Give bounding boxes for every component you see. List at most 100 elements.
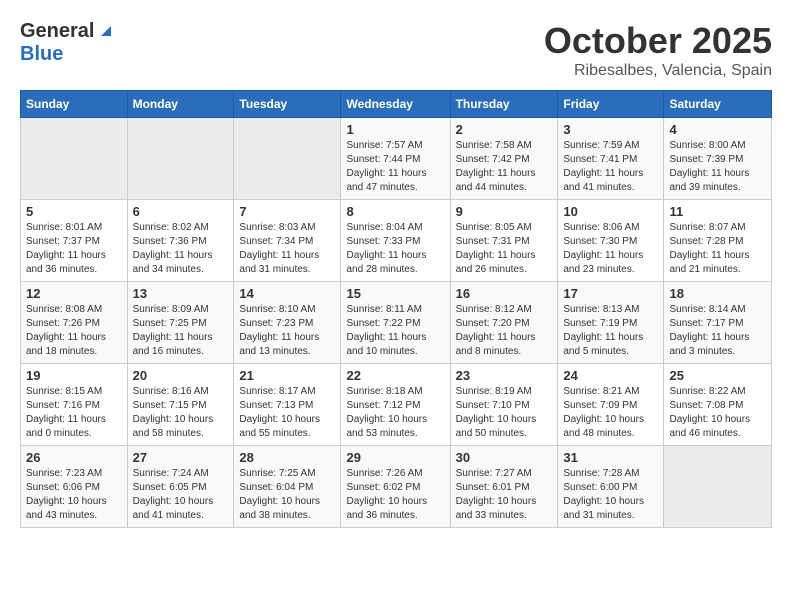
calendar-cell: 5 Sunrise: 8:01 AM Sunset: 7:37 PM Daylig… bbox=[21, 200, 128, 282]
calendar-cell: 15 Sunrise: 8:11 AM Sunset: 7:22 PM Dayli… bbox=[341, 282, 450, 364]
calendar-cell: 19 Sunrise: 8:15 AM Sunset: 7:16 PM Dayli… bbox=[21, 364, 128, 446]
day-number: 25 bbox=[669, 368, 766, 383]
calendar-cell: 30Sunrise: 7:27 AM Sunset: 6:01 PM Dayli… bbox=[450, 446, 558, 528]
calendar-cell bbox=[664, 446, 772, 528]
day-info: Sunrise: 8:06 AM Sunset: 7:30 PM Dayligh… bbox=[563, 221, 658, 277]
calendar-cell: 28Sunrise: 7:25 AM Sunset: 6:04 PM Dayli… bbox=[234, 446, 341, 528]
calendar-cell: 23 Sunrise: 8:19 AM Sunset: 7:10 PM Dayli… bbox=[450, 364, 558, 446]
calendar-cell bbox=[127, 118, 234, 200]
day-number: 24 bbox=[563, 368, 658, 383]
day-number: 5 bbox=[26, 204, 122, 219]
day-number: 27 bbox=[133, 450, 229, 465]
day-info: Sunrise: 8:01 AM Sunset: 7:37 PM Dayligh… bbox=[26, 221, 122, 277]
day-info: Sunrise: 8:04 AM Sunset: 7:33 PM Dayligh… bbox=[346, 221, 444, 277]
day-info: Sunrise: 8:07 AM Sunset: 7:28 PM Dayligh… bbox=[669, 221, 766, 277]
day-info: Sunrise: 8:12 AM Sunset: 7:20 PM Dayligh… bbox=[456, 303, 553, 359]
location: Ribesalbes, Valencia, Spain bbox=[544, 62, 772, 80]
day-info: Sunrise: 8:16 AM Sunset: 7:15 PM Dayligh… bbox=[133, 385, 229, 441]
calendar-cell: 24 Sunrise: 8:21 AM Sunset: 7:09 PM Dayli… bbox=[558, 364, 664, 446]
calendar-week-row: 12Sunrise: 8:08 AM Sunset: 7:26 PM Dayli… bbox=[21, 282, 772, 364]
day-number: 9 bbox=[456, 204, 553, 219]
day-number: 19 bbox=[26, 368, 122, 383]
calendar-cell: 26 Sunrise: 7:23 AM Sunset: 6:06 PM Dayli… bbox=[21, 446, 128, 528]
day-info: Sunrise: 8:21 AM Sunset: 7:09 PM Dayligh… bbox=[563, 385, 658, 441]
weekday-header: Sunday bbox=[21, 91, 128, 118]
day-number: 6 bbox=[133, 204, 229, 219]
logo: General Blue bbox=[20, 20, 115, 66]
day-number: 3 bbox=[563, 122, 658, 137]
calendar-cell: 25 Sunrise: 8:22 AM Sunset: 7:08 PM Dayli… bbox=[664, 364, 772, 446]
calendar-cell: 6 Sunrise: 8:02 AM Sunset: 7:36 PM Daylig… bbox=[127, 200, 234, 282]
day-number: 10 bbox=[563, 204, 658, 219]
logo-icon bbox=[97, 20, 115, 38]
calendar-cell: 16 Sunrise: 8:12 AM Sunset: 7:20 PM Dayli… bbox=[450, 282, 558, 364]
calendar-header: SundayMondayTuesdayWednesdayThursdayFrid… bbox=[21, 91, 772, 118]
calendar-cell: 18Sunrise: 8:14 AM Sunset: 7:17 PM Dayli… bbox=[664, 282, 772, 364]
calendar-week-row: 26 Sunrise: 7:23 AM Sunset: 6:06 PM Dayli… bbox=[21, 446, 772, 528]
weekday-header: Thursday bbox=[450, 91, 558, 118]
day-info: Sunrise: 8:02 AM Sunset: 7:36 PM Dayligh… bbox=[133, 221, 229, 277]
logo-blue-text: Blue bbox=[20, 43, 63, 65]
day-info: Sunrise: 8:09 AM Sunset: 7:25 PM Dayligh… bbox=[133, 303, 229, 359]
day-info: Sunrise: 8:00 AM Sunset: 7:39 PM Dayligh… bbox=[669, 139, 766, 195]
day-info: Sunrise: 8:22 AM Sunset: 7:08 PM Dayligh… bbox=[669, 385, 766, 441]
weekday-row: SundayMondayTuesdayWednesdayThursdayFrid… bbox=[21, 91, 772, 118]
calendar-cell: 2 Sunrise: 7:58 AM Sunset: 7:42 PM Daylig… bbox=[450, 118, 558, 200]
calendar-cell: 11 Sunrise: 8:07 AM Sunset: 7:28 PM Dayli… bbox=[664, 200, 772, 282]
day-number: 20 bbox=[133, 368, 229, 383]
calendar-cell bbox=[21, 118, 128, 200]
calendar-cell: 7 Sunrise: 8:03 AM Sunset: 7:34 PM Daylig… bbox=[234, 200, 341, 282]
day-number: 2 bbox=[456, 122, 553, 137]
day-number: 29 bbox=[346, 450, 444, 465]
day-number: 8 bbox=[346, 204, 444, 219]
calendar-cell: 10 Sunrise: 8:06 AM Sunset: 7:30 PM Dayli… bbox=[558, 200, 664, 282]
day-info: Sunrise: 8:10 AM Sunset: 7:23 PM Dayligh… bbox=[239, 303, 335, 359]
calendar-week-row: 1 Sunrise: 7:57 AM Sunset: 7:44 PM Daylig… bbox=[21, 118, 772, 200]
day-info: Sunrise: 7:23 AM Sunset: 6:06 PM Dayligh… bbox=[26, 467, 122, 523]
day-number: 15 bbox=[346, 286, 444, 301]
day-info: Sunrise: 8:03 AM Sunset: 7:34 PM Dayligh… bbox=[239, 221, 335, 277]
day-info: Sunrise: 8:05 AM Sunset: 7:31 PM Dayligh… bbox=[456, 221, 553, 277]
calendar-cell: 13 Sunrise: 8:09 AM Sunset: 7:25 PM Dayli… bbox=[127, 282, 234, 364]
day-info: Sunrise: 8:11 AM Sunset: 7:22 PM Dayligh… bbox=[346, 303, 444, 359]
weekday-header: Tuesday bbox=[234, 91, 341, 118]
day-info: Sunrise: 7:59 AM Sunset: 7:41 PM Dayligh… bbox=[563, 139, 658, 195]
weekday-header: Friday bbox=[558, 91, 664, 118]
calendar-cell: 17Sunrise: 8:13 AM Sunset: 7:19 PM Dayli… bbox=[558, 282, 664, 364]
calendar-cell: 21Sunrise: 8:17 AM Sunset: 7:13 PM Dayli… bbox=[234, 364, 341, 446]
day-number: 14 bbox=[239, 286, 335, 301]
calendar-body: 1 Sunrise: 7:57 AM Sunset: 7:44 PM Daylig… bbox=[21, 118, 772, 528]
day-number: 1 bbox=[346, 122, 444, 137]
calendar-cell: 3 Sunrise: 7:59 AM Sunset: 7:41 PM Daylig… bbox=[558, 118, 664, 200]
day-number: 7 bbox=[239, 204, 335, 219]
day-number: 13 bbox=[133, 286, 229, 301]
day-info: Sunrise: 7:24 AM Sunset: 6:05 PM Dayligh… bbox=[133, 467, 229, 523]
day-info: Sunrise: 7:58 AM Sunset: 7:42 PM Dayligh… bbox=[456, 139, 553, 195]
weekday-header: Monday bbox=[127, 91, 234, 118]
calendar-week-row: 19 Sunrise: 8:15 AM Sunset: 7:16 PM Dayli… bbox=[21, 364, 772, 446]
day-info: Sunrise: 7:28 AM Sunset: 6:00 PM Dayligh… bbox=[563, 467, 658, 523]
calendar-cell bbox=[234, 118, 341, 200]
day-number: 26 bbox=[26, 450, 122, 465]
day-number: 11 bbox=[669, 204, 766, 219]
day-info: Sunrise: 7:57 AM Sunset: 7:44 PM Dayligh… bbox=[346, 139, 444, 195]
calendar-cell: 4 Sunrise: 8:00 AM Sunset: 7:39 PM Daylig… bbox=[664, 118, 772, 200]
day-info: Sunrise: 8:19 AM Sunset: 7:10 PM Dayligh… bbox=[456, 385, 553, 441]
month-title: October 2025 bbox=[544, 20, 772, 62]
day-number: 16 bbox=[456, 286, 553, 301]
logo-general-text: General bbox=[20, 20, 94, 43]
calendar-cell: 31Sunrise: 7:28 AM Sunset: 6:00 PM Dayli… bbox=[558, 446, 664, 528]
day-info: Sunrise: 8:15 AM Sunset: 7:16 PM Dayligh… bbox=[26, 385, 122, 441]
day-number: 28 bbox=[239, 450, 335, 465]
calendar-cell: 8 Sunrise: 8:04 AM Sunset: 7:33 PM Daylig… bbox=[341, 200, 450, 282]
day-info: Sunrise: 8:08 AM Sunset: 7:26 PM Dayligh… bbox=[26, 303, 122, 359]
day-info: Sunrise: 7:27 AM Sunset: 6:01 PM Dayligh… bbox=[456, 467, 553, 523]
day-number: 21 bbox=[239, 368, 335, 383]
day-info: Sunrise: 8:18 AM Sunset: 7:12 PM Dayligh… bbox=[346, 385, 444, 441]
calendar-table: SundayMondayTuesdayWednesdayThursdayFrid… bbox=[20, 90, 772, 528]
day-number: 4 bbox=[669, 122, 766, 137]
day-number: 23 bbox=[456, 368, 553, 383]
calendar-cell: 29Sunrise: 7:26 AM Sunset: 6:02 PM Dayli… bbox=[341, 446, 450, 528]
calendar-cell: 27 Sunrise: 7:24 AM Sunset: 6:05 PM Dayli… bbox=[127, 446, 234, 528]
calendar-cell: 1 Sunrise: 7:57 AM Sunset: 7:44 PM Daylig… bbox=[341, 118, 450, 200]
